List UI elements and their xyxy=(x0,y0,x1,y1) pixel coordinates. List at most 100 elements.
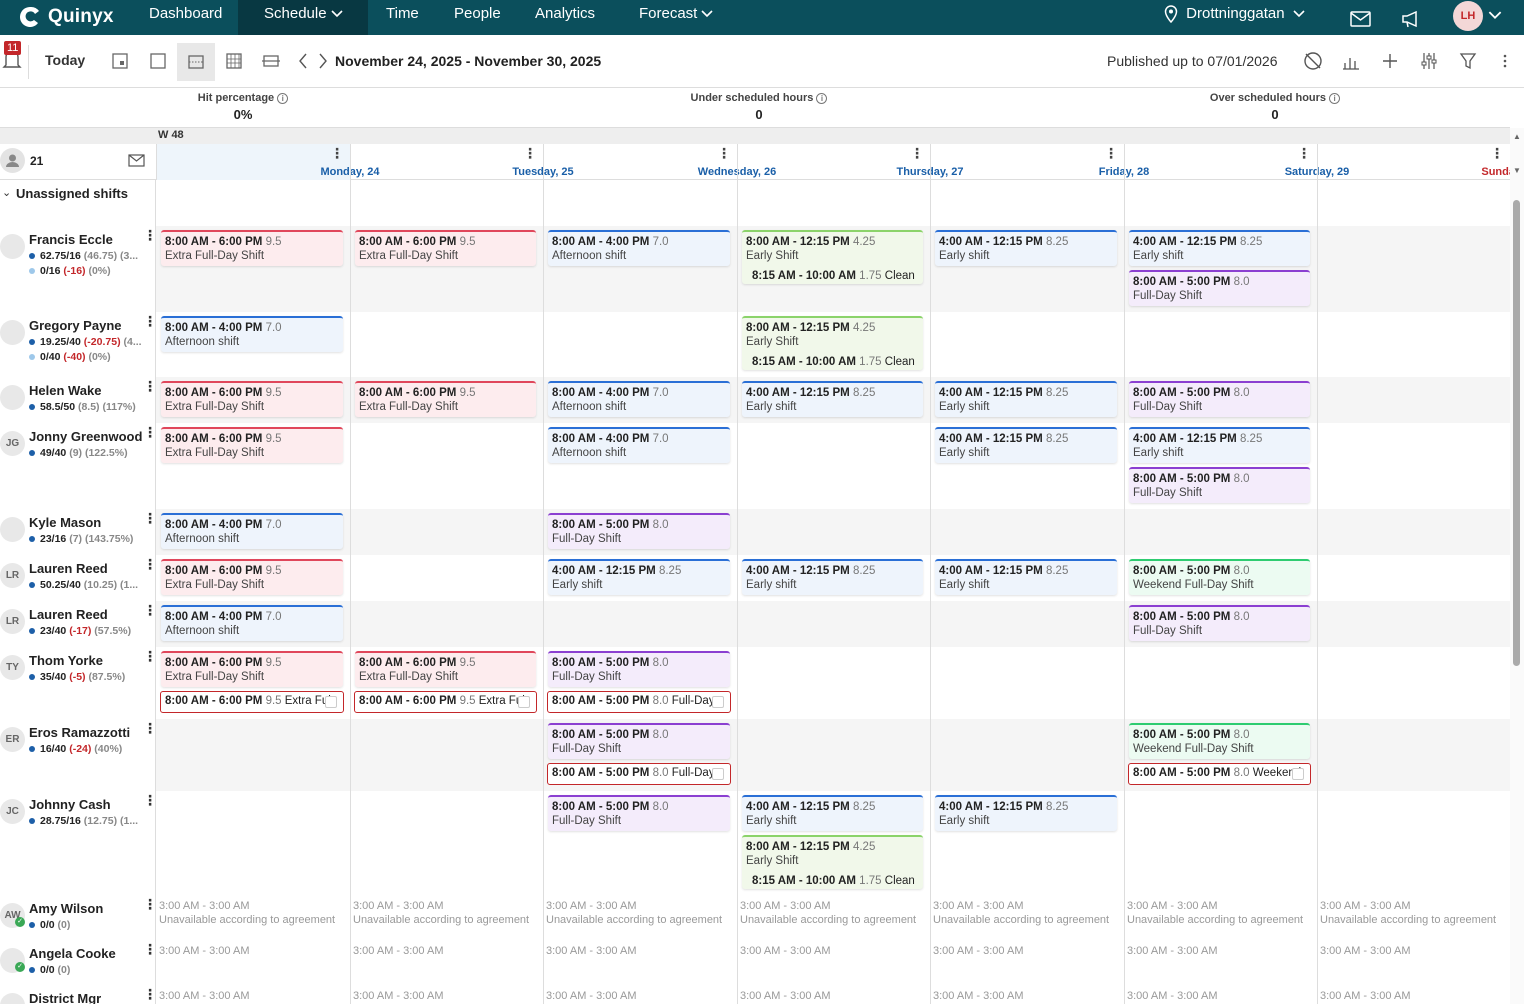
nav-time[interactable]: Time xyxy=(386,0,419,35)
checkbox[interactable] xyxy=(1292,768,1304,780)
unavailable-block[interactable]: 3:00 AM - 3:00 AM xyxy=(933,989,1024,1003)
unavailable-block[interactable]: 3:00 AM - 3:00 AM xyxy=(1320,944,1411,958)
day-header-4[interactable]: Friday, 28 ⋮ xyxy=(930,144,1149,180)
employee-name[interactable]: District Mgr xyxy=(29,991,101,1004)
employee-menu-icon[interactable]: ⋮ xyxy=(143,425,157,439)
filter-icon[interactable] xyxy=(1455,48,1481,74)
shift-card[interactable]: 8:00 AM - 5:00 PM 8.0 Full-Day Shift xyxy=(1129,605,1310,641)
info-icon[interactable]: i xyxy=(1329,92,1341,104)
day-header-6[interactable]: Sunday, 30 ⋮ xyxy=(1317,144,1524,180)
employee-name[interactable]: Thom Yorke xyxy=(29,653,103,668)
shift-card[interactable]: 8:00 AM - 5:00 PM 8.0 Full-Day Shift xyxy=(548,651,730,687)
day-header-5[interactable]: Saturday, 29 ⋮ xyxy=(1124,144,1349,180)
shift-card[interactable]: 8:00 AM - 4:00 PM 7.0 Afternoon shift xyxy=(161,605,343,641)
mail-icon[interactable] xyxy=(128,154,145,167)
user-avatar[interactable]: LH xyxy=(1453,1,1483,31)
unavailable-block[interactable]: 3:00 AM - 3:00 AM xyxy=(546,989,637,1003)
employee-name[interactable]: Angela Cooke xyxy=(29,946,116,961)
sub-task[interactable]: 8:15 AM - 10:00 AM 1.75 Clean xyxy=(752,874,921,889)
shift-card[interactable]: 4:00 AM - 12:15 PM 8.25 Early shift xyxy=(742,381,923,417)
shift-card[interactable]: 4:00 AM - 12:15 PM 8.25 Early shift xyxy=(935,795,1117,831)
avatar[interactable] xyxy=(0,517,25,542)
shift-card-outlined[interactable]: 8:00 AM - 5:00 PM 8.0 Full-Day xyxy=(547,763,731,785)
nav-people[interactable]: People xyxy=(454,0,501,35)
day-cells[interactable]: 8:00 AM - 5:00 PM 8.0 Full-Day Shift 8:00 … xyxy=(156,719,1510,791)
checkbox[interactable] xyxy=(712,696,724,708)
day-menu-icon[interactable]: ⋮ xyxy=(910,146,924,160)
employee-menu-icon[interactable]: ⋮ xyxy=(143,511,157,525)
employee-name[interactable]: Gregory Payne xyxy=(29,318,122,333)
shift-card[interactable]: 4:00 AM - 12:15 PM 8.25 Early shift xyxy=(935,427,1117,463)
employee-name[interactable]: Amy Wilson xyxy=(29,901,103,916)
bar-chart-icon[interactable] xyxy=(1338,48,1364,74)
shift-card-outlined[interactable]: 8:00 AM - 6:00 PM 9.5 Extra Ful xyxy=(354,691,537,713)
employee-menu-icon[interactable]: ⋮ xyxy=(143,228,157,242)
employee-cell[interactable]: Helen Wake ⋮ 58.5/50 (8.5) (117%) xyxy=(0,377,157,423)
three-day-view-icon[interactable] xyxy=(145,48,171,74)
employee-cell[interactable]: LR Lauren Reed ⋮ 23/40 (-17) (57.5%) xyxy=(0,601,157,647)
month-view-icon[interactable] xyxy=(221,48,247,74)
scroll-up-icon[interactable]: ▲ xyxy=(1513,132,1521,141)
shift-card[interactable]: 4:00 AM - 12:15 PM 8.25 Early shift xyxy=(742,795,923,831)
shift-card[interactable]: 8:00 AM - 6:00 PM 9.5 Extra Full-Day Shif… xyxy=(355,381,536,417)
avatar[interactable] xyxy=(0,385,25,410)
shift-card[interactable]: 8:00 AM - 6:00 PM 9.5 Extra Full-Day Shif… xyxy=(161,230,343,266)
employee-cell[interactable]: JC Johnny Cash ⋮ 28.75/16 (12.75) (1... xyxy=(0,791,157,895)
nav-analytics[interactable]: Analytics xyxy=(535,0,595,35)
today-button[interactable]: Today xyxy=(45,52,85,68)
checkbox[interactable] xyxy=(712,768,724,780)
shift-card[interactable]: 4:00 AM - 12:15 PM 8.25 Early shift xyxy=(548,559,730,595)
avatar[interactable] xyxy=(0,234,25,259)
avatar[interactable]: LR xyxy=(0,609,25,634)
shift-card[interactable]: 8:00 AM - 6:00 PM 9.5 Extra Full-Day Shif… xyxy=(355,230,536,266)
nav-forecast[interactable]: Forecast xyxy=(639,0,713,35)
location-selector[interactable]: Drottninggatan xyxy=(1160,0,1305,35)
shift-card[interactable]: 8:00 AM - 6:00 PM 9.5 Extra Full-Day Shif… xyxy=(161,559,343,595)
shift-card[interactable]: 4:00 AM - 12:15 PM 8.25 Early shift xyxy=(1129,230,1310,266)
employee-name[interactable]: Jonny Greenwood xyxy=(29,429,142,444)
shift-card[interactable]: 8:00 AM - 5:00 PM 8.0 Weekend Full-Day Sh… xyxy=(1129,723,1310,759)
employee-name[interactable]: Kyle Mason xyxy=(29,515,101,530)
day-cells[interactable]: 8:00 AM - 6:00 PM 9.5 Extra Full-Day Shif… xyxy=(156,423,1510,509)
unavailable-block[interactable]: 3:00 AM - 3:00 AM xyxy=(1127,989,1218,1003)
employee-cell[interactable]: ER Eros Ramazzotti ⋮ 16/40 (-24) (40%) xyxy=(0,719,157,791)
employee-menu-icon[interactable]: ⋮ xyxy=(143,314,157,328)
shift-card[interactable]: 8:00 AM - 12:15 PM 4.25 Early Shift 8:15 A… xyxy=(742,316,923,370)
unavailable-block[interactable]: 3:00 AM - 3:00 AM Unavailable according t… xyxy=(1127,899,1303,927)
avatar[interactable]: JG xyxy=(0,431,25,456)
day-menu-icon[interactable]: ⋮ xyxy=(1104,146,1118,160)
period-view-icon[interactable] xyxy=(258,48,284,74)
employee-menu-icon[interactable]: ⋮ xyxy=(143,649,157,663)
shift-card[interactable]: 8:00 AM - 4:00 PM 7.0 Afternoon shift xyxy=(161,316,343,352)
unavailable-block[interactable]: 3:00 AM - 3:00 AM Unavailable according t… xyxy=(353,899,529,927)
unavailable-block[interactable]: 3:00 AM - 3:00 AM Unavailable according t… xyxy=(1320,899,1496,927)
avatar[interactable] xyxy=(0,993,25,1004)
employee-cell[interactable]: Kyle Mason ⋮ 23/16 (7) (143.75%) xyxy=(0,509,157,555)
day-cells[interactable]: 3:00 AM - 3:00 AM Unavailable according t… xyxy=(156,895,1510,940)
day-cells[interactable]: 8:00 AM - 4:00 PM 7.0 Afternoon shift 8:00… xyxy=(156,312,1510,377)
shift-card[interactable]: 8:00 AM - 4:00 PM 7.0 Afternoon shift xyxy=(548,381,730,417)
avatar[interactable] xyxy=(0,320,25,345)
shift-card[interactable]: 8:00 AM - 4:00 PM 7.0 Afternoon shift xyxy=(548,230,730,266)
unavailable-block[interactable]: 3:00 AM - 3:00 AM xyxy=(353,989,444,1003)
shift-card[interactable]: 8:00 AM - 5:00 PM 8.0 Full-Day Shift xyxy=(1129,270,1310,306)
shift-card-outlined[interactable]: 8:00 AM - 6:00 PM 9.5 Extra Ful xyxy=(160,691,344,713)
shift-card[interactable]: 4:00 AM - 12:15 PM 8.25 Early shift xyxy=(742,559,923,595)
day-header-1[interactable]: Tuesday, 25 ⋮ xyxy=(350,144,574,180)
day-menu-icon[interactable]: ⋮ xyxy=(1490,146,1504,160)
day-cells[interactable]: 3:00 AM - 3:00 AM 3:00 AM - 3:00 AM 3:00 A… xyxy=(156,940,1510,985)
employee-cell[interactable]: TY Thom Yorke ⋮ 35/40 (-5) (87.5%) xyxy=(0,647,157,719)
nav-schedule[interactable]: Schedule xyxy=(238,0,368,35)
checkbox[interactable] xyxy=(518,696,530,708)
day-header-2[interactable]: Wednesday, 26 ⋮ xyxy=(543,144,776,180)
employee-cell[interactable]: ⌄ Unassigned shifts xyxy=(0,180,156,226)
publish-icon[interactable] xyxy=(1300,48,1326,74)
day-menu-icon[interactable]: ⋮ xyxy=(330,146,344,160)
brand-logo[interactable]: Quinyx xyxy=(18,4,114,30)
employee-menu-icon[interactable]: ⋮ xyxy=(143,603,157,617)
employee-cell[interactable]: JG Jonny Greenwood ⋮ 49/40 (9) (122.5%) xyxy=(0,423,157,509)
shift-card[interactable]: 4:00 AM - 12:15 PM 8.25 Early shift xyxy=(1129,427,1310,463)
employee-menu-icon[interactable]: ⋮ xyxy=(143,942,157,956)
shift-card[interactable]: 8:00 AM - 5:00 PM 8.0 Full-Day Shift xyxy=(548,723,730,759)
scrollbar-thumb[interactable] xyxy=(1513,200,1520,666)
